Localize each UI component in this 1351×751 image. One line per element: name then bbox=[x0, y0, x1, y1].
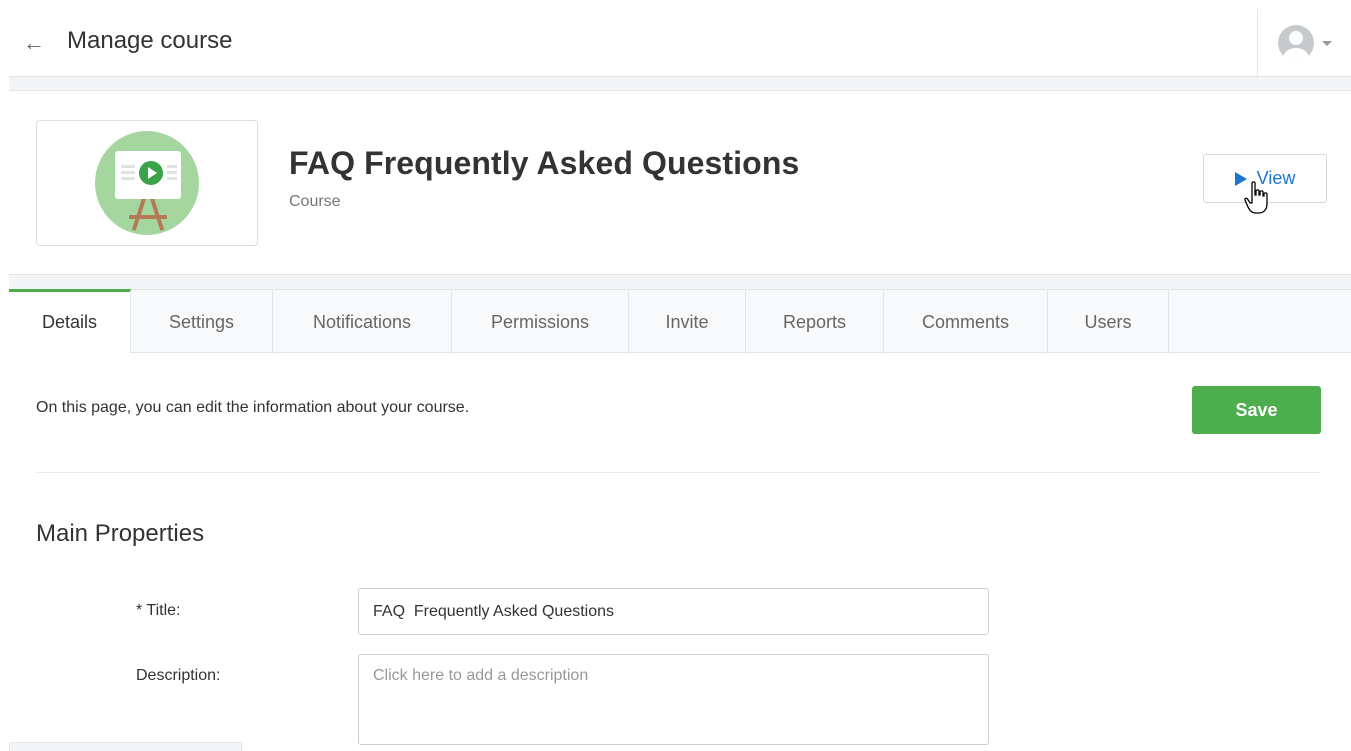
board-shape bbox=[115, 151, 181, 199]
divider bbox=[36, 472, 1321, 473]
course-title: FAQ Frequently Asked Questions bbox=[289, 145, 800, 181]
course-header: FAQ Frequently Asked Questions Course Vi… bbox=[9, 91, 1351, 275]
tab-bar: Details Settings Notifications Permissio… bbox=[9, 289, 1351, 354]
tab-users[interactable]: Users bbox=[1048, 290, 1169, 354]
user-avatar-icon bbox=[1277, 25, 1314, 61]
top-bar: ← Manage course bbox=[9, 9, 1351, 77]
description-label: Description: bbox=[136, 667, 221, 684]
page-title: Manage course bbox=[67, 27, 233, 54]
play-icon bbox=[139, 161, 163, 185]
info-text: On this page, you can edit the informati… bbox=[36, 399, 470, 416]
description-input[interactable] bbox=[358, 654, 989, 745]
title-input[interactable] bbox=[358, 588, 989, 635]
tab-notifications[interactable]: Notifications bbox=[273, 290, 452, 354]
tabs-gap bbox=[9, 275, 1351, 289]
section-title: Main Properties bbox=[36, 520, 205, 547]
user-menu[interactable] bbox=[1257, 9, 1351, 77]
tab-permissions[interactable]: Permissions bbox=[452, 290, 629, 354]
easel-bar bbox=[129, 215, 167, 219]
tab-invite[interactable]: Invite bbox=[629, 290, 746, 354]
save-button[interactable]: Save bbox=[1192, 386, 1321, 434]
tab-settings[interactable]: Settings bbox=[131, 290, 273, 354]
header-gap bbox=[9, 77, 1351, 91]
tab-comments[interactable]: Comments bbox=[884, 290, 1048, 354]
bottom-panel-tab[interactable] bbox=[9, 742, 242, 751]
course-type: Course bbox=[289, 193, 341, 210]
chevron-down-icon bbox=[1321, 40, 1332, 46]
hand-cursor-icon bbox=[1244, 181, 1268, 214]
course-thumbnail[interactable] bbox=[36, 120, 258, 246]
tab-reports[interactable]: Reports bbox=[746, 290, 884, 354]
tab-details[interactable]: Details bbox=[9, 289, 131, 354]
arrow-left-icon[interactable]: ← bbox=[23, 31, 47, 55]
title-label: * Title: bbox=[136, 602, 181, 619]
